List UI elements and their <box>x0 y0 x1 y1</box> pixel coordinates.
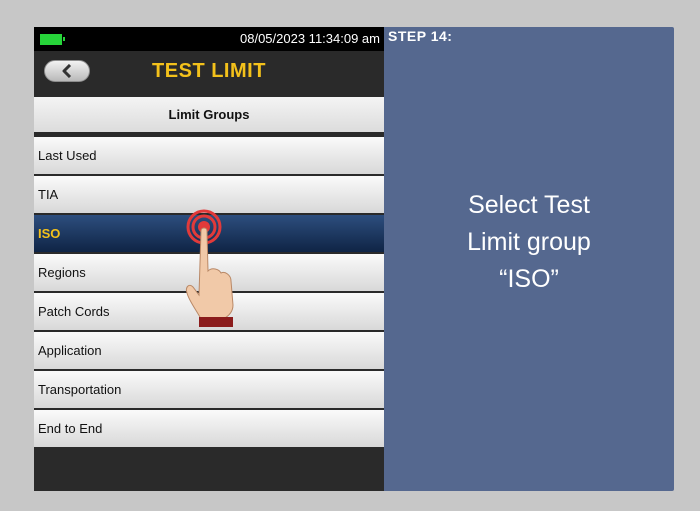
instruction-line-1: Select Test <box>468 191 590 219</box>
instruction-line-2: Limit group <box>467 228 591 256</box>
bottom-area <box>34 447 384 491</box>
list-item-application[interactable]: Application <box>34 332 384 369</box>
step-label: STEP 14: <box>388 28 453 44</box>
instruction-text: Select Test Limit group “ISO” <box>384 187 674 298</box>
list-item-transportation[interactable]: Transportation <box>34 371 384 408</box>
status-bar: 08/05/2023 11:34:09 am <box>34 27 384 51</box>
list-item-end-to-end[interactable]: End to End <box>34 410 384 447</box>
screen-title: TEST LIMIT <box>152 60 266 82</box>
list-item-last-used[interactable]: Last Used <box>34 137 384 174</box>
device-screen: 08/05/2023 11:34:09 am TEST LIMIT Limit … <box>34 27 384 491</box>
list-item-tia[interactable]: TIA <box>34 176 384 213</box>
title-bar: TEST LIMIT <box>34 51 384 93</box>
status-datetime: 08/05/2023 11:34:09 am <box>240 31 380 46</box>
battery-icon <box>40 34 65 45</box>
tap-hand-icon <box>186 209 234 327</box>
instruction-line-3: “ISO” <box>499 265 559 293</box>
list-header: Limit Groups <box>34 97 384 132</box>
tutorial-frame: 08/05/2023 11:34:09 am TEST LIMIT Limit … <box>34 27 674 491</box>
